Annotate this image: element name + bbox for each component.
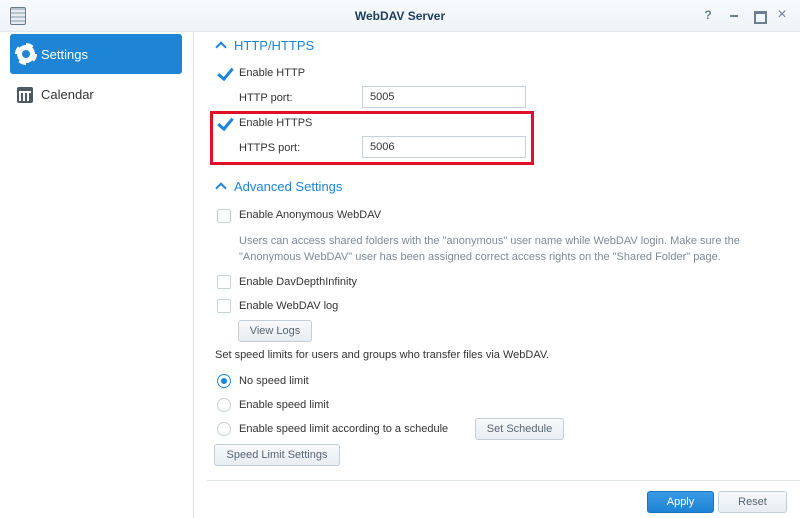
sidebar-item-label: Calendar [41,87,94,102]
title-bar: WebDAV Server ? × [0,0,800,32]
speed-limit-intro: Set speed limits for users and groups wh… [215,349,550,361]
enable-http-label: Enable HTTP [239,67,306,79]
sidebar: Settings Calendar [0,32,194,518]
settings-panel: HTTP/HTTPS Enable HTTP HTTP port: Enable… [195,32,800,518]
gear-icon [15,43,37,65]
help-icon[interactable]: ? [701,8,715,22]
speed-limit-settings-button[interactable]: Speed Limit Settings [214,444,340,466]
chevron-up-icon [215,182,227,194]
section-title: Advanced Settings [234,179,343,194]
webdav-log-label: Enable WebDAV log [239,300,339,312]
close-icon[interactable]: × [775,7,789,23]
calendar-icon [17,87,33,103]
sidebar-item-settings[interactable]: Settings [10,34,182,74]
enable-speed-limit-radio[interactable] [217,398,231,412]
http-port-input[interactable] [362,86,526,108]
schedule-speed-limit-label: Enable speed limit according to a schedu… [239,423,449,435]
sidebar-item-calendar[interactable]: Calendar [10,74,182,114]
apply-button[interactable]: Apply [647,491,714,513]
section-title: HTTP/HTTPS [234,38,315,53]
reset-button[interactable]: Reset [718,491,787,513]
anonymous-webdav-label: Enable Anonymous WebDAV [239,209,382,221]
view-logs-button[interactable]: View Logs [238,320,312,342]
http-port-label: HTTP port: [239,92,293,104]
https-highlight-box [210,111,534,165]
anonymous-webdav-checkbox[interactable] [217,209,231,223]
minimize-icon[interactable] [727,8,741,22]
schedule-speed-limit-radio[interactable] [217,422,231,436]
anonymous-webdav-description: Users can access shared folders with the… [239,235,740,263]
no-speed-limit-label: No speed limit [239,375,309,387]
enable-http-checkbox[interactable] [217,67,231,81]
maximize-icon[interactable] [752,8,767,24]
section-http-https-header[interactable]: HTTP/HTTPS [215,38,314,53]
dav-depth-infinity-label: Enable DavDepthInfinity [239,276,358,288]
sidebar-item-label: Settings [41,47,88,62]
window-title: WebDAV Server [354,9,446,23]
chevron-up-icon [215,41,227,53]
no-speed-limit-radio[interactable] [217,374,231,388]
enable-speed-limit-label: Enable speed limit [239,399,329,411]
footer-divider [207,480,800,481]
section-advanced-header[interactable]: Advanced Settings [215,179,342,194]
dav-depth-infinity-checkbox[interactable] [217,275,231,289]
webdav-log-checkbox[interactable] [217,299,231,313]
set-schedule-button[interactable]: Set Schedule [475,418,564,440]
